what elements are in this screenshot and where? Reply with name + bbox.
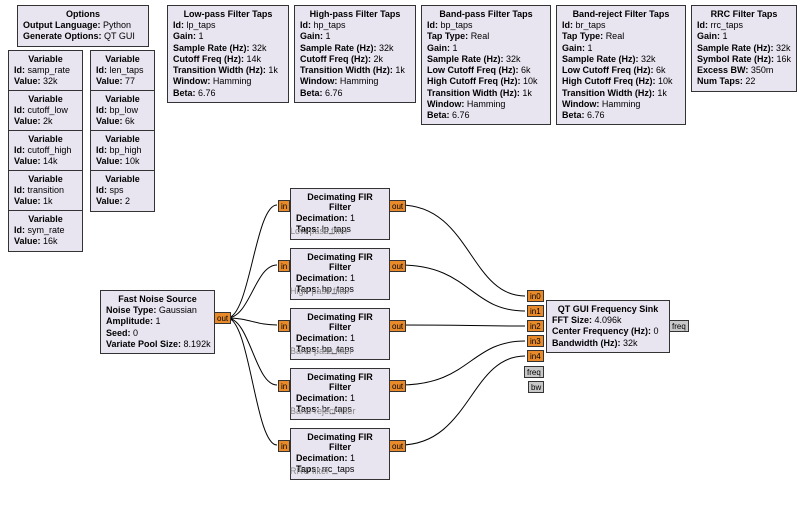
sink-in0-port[interactable]: in0 xyxy=(527,290,544,302)
fir-lp-out-port[interactable]: out xyxy=(389,200,406,212)
fir-hp-out-port[interactable]: out xyxy=(389,260,406,272)
freq-sink-block[interactable]: QT GUI Frequency Sink FFT Size: 4.096k C… xyxy=(546,300,670,353)
var-len-taps[interactable]: Variable Id: len_taps Value: 77 xyxy=(90,50,155,92)
sink-bw-in-port[interactable]: bw xyxy=(528,381,544,393)
bp-taps-block[interactable]: Band-pass Filter Taps Id: bp_taps Tap Ty… xyxy=(421,5,551,125)
sink-in2-port[interactable]: in2 xyxy=(527,320,544,332)
var-transition[interactable]: Variable Id: transition Value: 1k xyxy=(8,170,83,212)
sink-freq-in-port[interactable]: freq xyxy=(524,366,544,378)
rrc-taps-block[interactable]: RRC Filter Taps Id: rrc_taps Gain: 1 Sam… xyxy=(691,5,797,92)
var-cutoff-low[interactable]: Variable Id: cutoff_low Value: 2k xyxy=(8,90,83,132)
options-block[interactable]: Options Output Language: Python Generate… xyxy=(17,5,149,47)
fir-rrc-in-port[interactable]: in xyxy=(278,440,290,452)
fir-bp-caption: Band-pass filter xyxy=(290,346,353,356)
fir-br-in-port[interactable]: in xyxy=(278,380,290,392)
var-sps[interactable]: Variable Id: sps Value: 2 xyxy=(90,170,155,212)
noise-source-block[interactable]: Fast Noise Source Noise Type: Gaussian A… xyxy=(100,290,215,354)
br-taps-block[interactable]: Band-reject Filter Taps Id: br_taps Tap … xyxy=(556,5,686,125)
var-cutoff-high[interactable]: Variable Id: cutoff_high Value: 14k xyxy=(8,130,83,172)
block-title: Options xyxy=(23,9,143,19)
sink-in1-port[interactable]: in1 xyxy=(527,305,544,317)
fir-rrc-out-port[interactable]: out xyxy=(389,440,406,452)
var-bp-high[interactable]: Variable Id: bp_high Value: 10k xyxy=(90,130,155,172)
fir-hp-caption: High-pass filter xyxy=(290,286,350,296)
lp-taps-block[interactable]: Low-pass Filter Taps Id: lp_taps Gain: 1… xyxy=(167,5,289,103)
fir-bp-in-port[interactable]: in xyxy=(278,320,290,332)
fir-hp-in-port[interactable]: in xyxy=(278,260,290,272)
var-sym-rate[interactable]: Variable Id: sym_rate Value: 16k xyxy=(8,210,83,252)
hp-taps-block[interactable]: High-pass Filter Taps Id: hp_taps Gain: … xyxy=(294,5,416,103)
fir-br-out-port[interactable]: out xyxy=(389,380,406,392)
sink-in4-port[interactable]: in4 xyxy=(527,350,544,362)
sink-in3-port[interactable]: in3 xyxy=(527,335,544,347)
var-bp-low[interactable]: Variable Id: bp_low Value: 6k xyxy=(90,90,155,132)
fir-lp-in-port[interactable]: in xyxy=(278,200,290,212)
fir-lp-caption: Low-pass filter xyxy=(290,226,348,236)
fir-bp-out-port[interactable]: out xyxy=(389,320,406,332)
fir-rrc-caption: RRC filter xyxy=(290,466,329,476)
sink-freq-out-port[interactable]: freq xyxy=(669,320,689,332)
fir-br-caption: Band-reject filter xyxy=(290,406,356,416)
noise-out-port[interactable]: out xyxy=(214,312,231,324)
var-samp-rate[interactable]: Variable Id: samp_rate Value: 32k xyxy=(8,50,83,92)
